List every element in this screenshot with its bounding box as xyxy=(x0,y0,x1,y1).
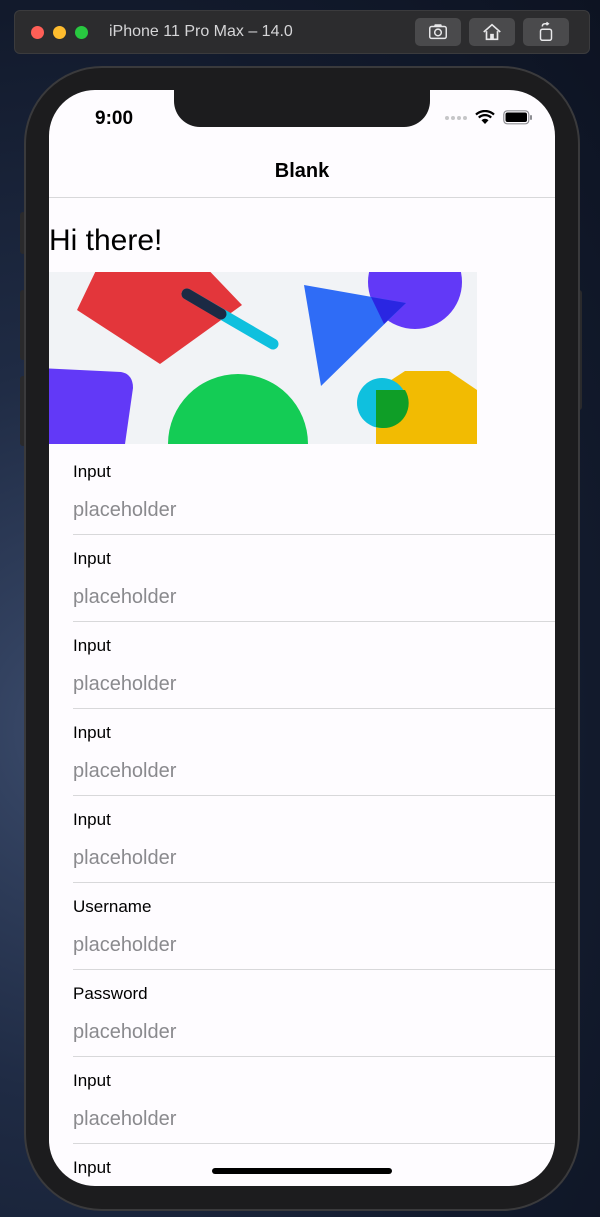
signal-icon xyxy=(445,115,467,120)
text-input[interactable] xyxy=(73,838,533,878)
rotate-icon xyxy=(539,21,553,41)
home-button[interactable] xyxy=(469,18,515,46)
abstract-shapes-illustration xyxy=(49,272,477,444)
form-item: Input xyxy=(73,535,555,622)
text-input[interactable] xyxy=(73,490,533,530)
form-item: Input xyxy=(73,796,555,883)
password-label: Password xyxy=(73,984,148,1003)
field-label: Input xyxy=(73,636,111,655)
screenshot-button[interactable] xyxy=(415,18,461,46)
status-time: 9:00 xyxy=(95,108,134,129)
zoom-window-button[interactable] xyxy=(75,26,88,39)
close-window-button[interactable] xyxy=(31,26,44,39)
device-screen: 9:00 Blank Hi there! Input placeholder I… xyxy=(49,90,555,1186)
navigation-bar: Blank xyxy=(49,142,555,198)
form-item: Input xyxy=(73,1057,555,1144)
field-label: Input xyxy=(73,549,111,568)
notch xyxy=(174,90,430,127)
form-item-password: Password xyxy=(73,970,555,1057)
text-input[interactable] xyxy=(73,751,533,791)
form-item: Input xyxy=(73,448,555,535)
screenshot-icon xyxy=(429,24,447,40)
field-label: Input xyxy=(73,462,111,481)
form-item: Input xyxy=(73,622,555,709)
form-item-username: Username xyxy=(73,883,555,970)
text-input[interactable] xyxy=(73,664,533,704)
text-input[interactable] xyxy=(73,577,533,617)
form-list: Input Input Input Input Input Username P… xyxy=(49,448,555,1186)
page-heading: Hi there! xyxy=(49,224,163,257)
field-label: Input xyxy=(73,810,111,829)
password-input[interactable] xyxy=(73,1012,533,1052)
field-label: Input xyxy=(73,723,111,742)
text-input[interactable] xyxy=(73,1099,533,1139)
form-item: Input xyxy=(73,709,555,796)
battery-icon xyxy=(503,110,532,125)
hero-image xyxy=(49,272,477,444)
rotate-button[interactable] xyxy=(523,18,569,46)
field-label: Input xyxy=(73,1071,111,1090)
simulator-title: iPhone 11 Pro Max – 14.0 xyxy=(109,23,293,40)
field-label: Input xyxy=(73,1158,111,1177)
home-indicator[interactable] xyxy=(212,1168,392,1174)
form-item: Input xyxy=(73,1144,555,1186)
minimize-window-button[interactable] xyxy=(53,26,66,39)
username-label: Username xyxy=(73,897,152,916)
username-input[interactable] xyxy=(73,925,533,965)
wifi-icon xyxy=(475,110,495,124)
home-icon xyxy=(483,23,501,41)
status-icons xyxy=(445,110,533,125)
nav-title: Blank xyxy=(274,160,330,182)
simulator-titlebar: iPhone 11 Pro Max – 14.0 xyxy=(14,10,590,54)
